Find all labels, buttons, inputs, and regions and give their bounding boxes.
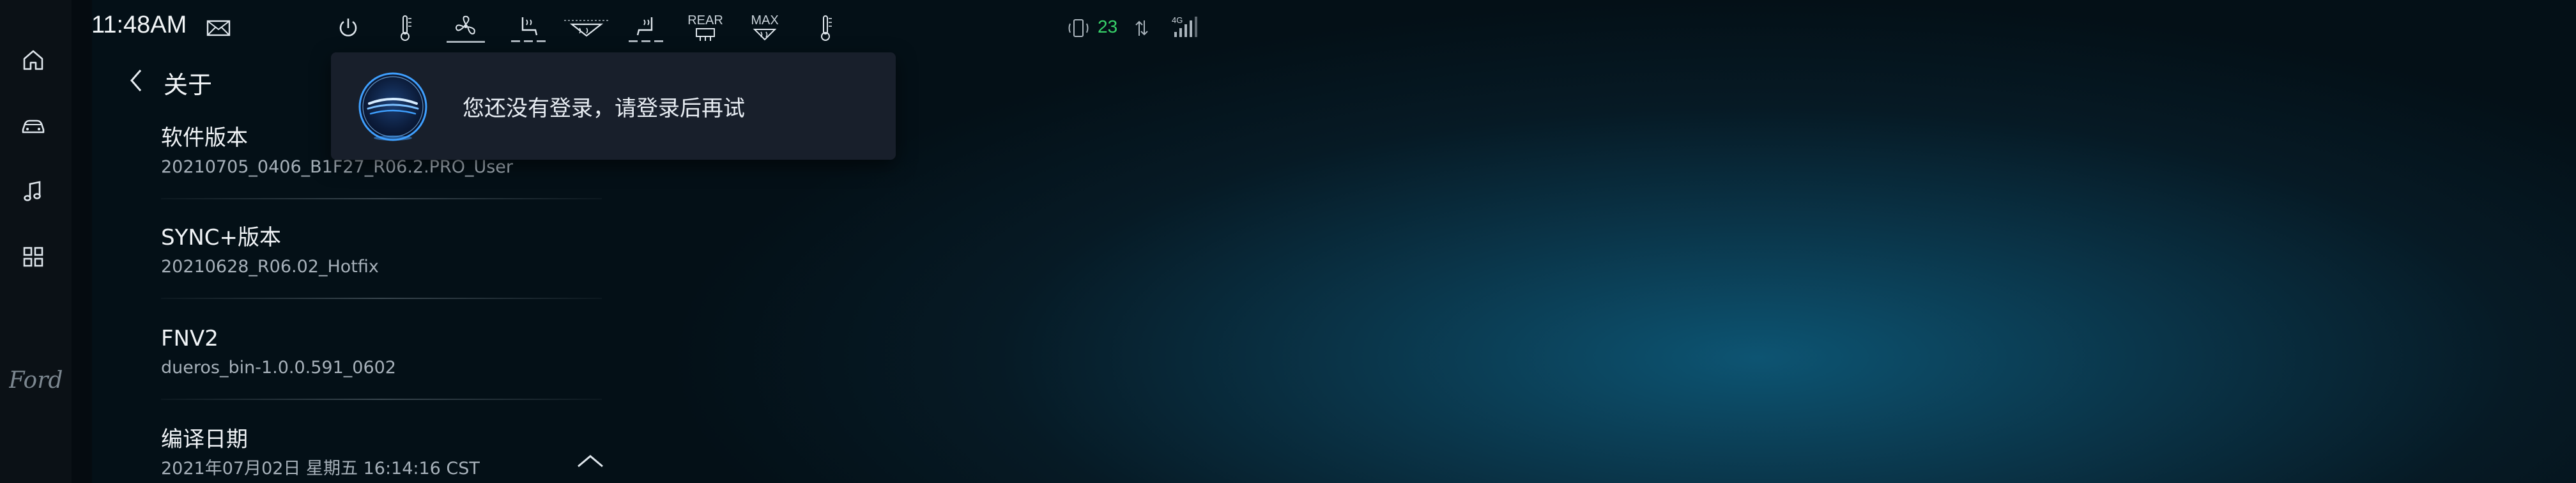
vehicle-icon[interactable] (15, 108, 51, 144)
max-defrost-button[interactable]: MAX (742, 9, 787, 47)
apps-grid-icon[interactable] (15, 239, 51, 275)
rear-defrost-icon (696, 28, 715, 41)
seat-heat-right-icon[interactable] (626, 9, 666, 47)
chevron-up-icon (578, 455, 603, 468)
list-item-value: 20210628_R06.02_Hotfix (161, 257, 379, 277)
signal-value: 23 (1098, 17, 1118, 36)
list-item-key: 编译日期 (161, 427, 248, 452)
data-transfer-icon (1132, 9, 1151, 47)
list-item-value: 2021年07月02日 星期五 16:14:16 CST (161, 459, 480, 479)
fan-icon[interactable] (445, 9, 487, 47)
clock: 11:48AM (91, 12, 187, 38)
login-toast: 您还没有登录，请登录后再试 (331, 52, 896, 160)
chevron-left-icon (130, 70, 142, 91)
music-icon[interactable] (15, 174, 51, 210)
divider (161, 298, 602, 299)
network-label: 4G (1172, 15, 1183, 25)
phone-signal-icon (1066, 9, 1091, 47)
divider (161, 198, 602, 199)
network-4g-indicator: 4G (1169, 13, 1200, 42)
right-temperature-icon[interactable] (813, 9, 838, 47)
defrost-front-icon[interactable] (561, 9, 612, 47)
left-temperature-icon[interactable] (392, 9, 418, 47)
svg-text:Ford: Ford (9, 367, 63, 394)
page-title: 关于 (164, 71, 213, 99)
scroll-up-button[interactable] (574, 448, 607, 474)
seat-heat-left-icon[interactable] (509, 9, 548, 47)
list-item-key: FNV2 (161, 326, 218, 351)
ford-logo: Ford (8, 363, 64, 401)
rear-defrost-label: REAR (687, 13, 723, 27)
toast-message: 您还没有登录，请登录后再试 (463, 96, 745, 121)
max-defrost-label: MAX (751, 13, 779, 27)
back-button[interactable] (121, 64, 151, 97)
power-icon[interactable] (331, 9, 365, 47)
list-item: 编译日期 2021年07月02日 星期五 16:14:16 CST (161, 425, 602, 480)
rear-defrost-button[interactable]: REAR (685, 9, 726, 47)
list-item: SYNC+版本 20210628_R06.02_Hotfix (161, 224, 602, 299)
divider (161, 399, 602, 400)
rail-divider (72, 0, 92, 483)
home-icon[interactable] (15, 42, 51, 78)
max-defrost-icon (753, 29, 777, 41)
mail-icon[interactable] (203, 9, 234, 47)
left-nav-rail: Ford (0, 0, 72, 483)
list-item-key: SYNC+版本 (161, 225, 282, 250)
list-item-value: dueros_bin-1.0.0.591_0602 (161, 358, 396, 378)
voice-assistant-icon (358, 72, 427, 141)
list-item: FNV2 dueros_bin-1.0.0.591_0602 (161, 325, 602, 400)
